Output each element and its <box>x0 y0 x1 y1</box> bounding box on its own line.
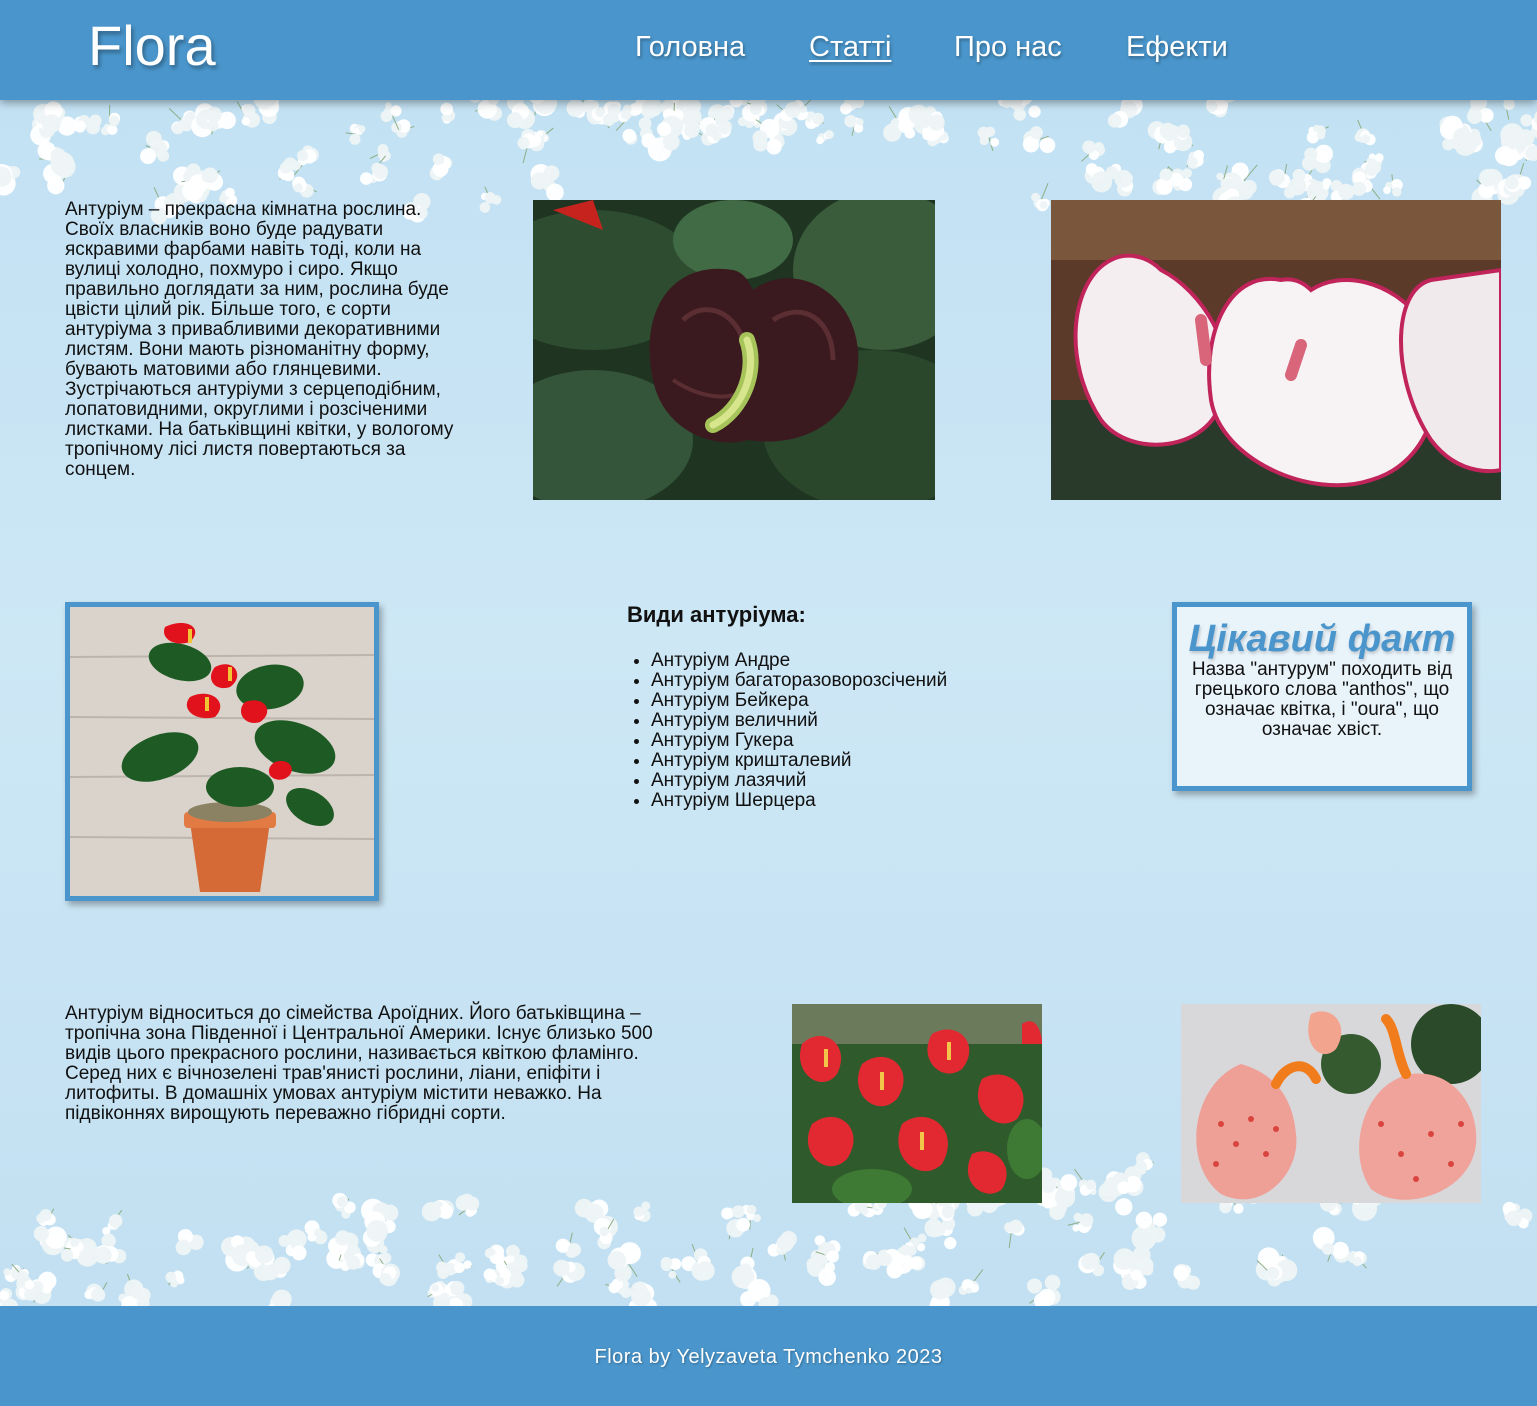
site-logo[interactable]: Flora <box>88 18 216 74</box>
list-item: Антуріум величний <box>651 711 947 731</box>
footer-credit: Flora by Yelyzaveta Tymchenko 2023 <box>594 1346 943 1368</box>
site-header: Flora Головна Статті Про нас Ефекти <box>0 0 1537 100</box>
list-item: Антуріум Бейкера <box>651 691 947 711</box>
types-list: Антуріум Андре Антуріум багаторазоворозс… <box>651 651 947 811</box>
fun-fact-text: Назва "антурум" походить від грецького с… <box>1191 659 1453 740</box>
nav-link-articles[interactable]: Статті <box>809 33 891 62</box>
speckled-anthuriums-image <box>1181 1004 1481 1203</box>
nav-link-about[interactable]: Про нас <box>954 33 1062 62</box>
family-paragraph: Антуріум відноситься до сімейства Ароїдн… <box>65 1003 653 1124</box>
list-item: Антуріум Андре <box>651 651 947 671</box>
fun-fact-box: Цікавий факт Назва "антурум" походить ві… <box>1172 602 1472 791</box>
list-item: Антуріум кришталевий <box>651 751 947 771</box>
black-anthurium-image <box>533 200 935 500</box>
red-anthuriums-image <box>792 1004 1042 1203</box>
potted-anthurium-image <box>65 602 379 901</box>
list-item: Антуріум лазячий <box>651 771 947 791</box>
types-heading: Види антуріума: <box>627 602 806 627</box>
list-item: Антуріум багаторазоворозсічений <box>651 671 947 691</box>
white-anthurium-image <box>1051 200 1501 500</box>
list-item: Антуріум Гукера <box>651 731 947 751</box>
intro-paragraph: Антуріум – прекрасна кімнатна рослина. С… <box>65 199 454 480</box>
list-item: Антуріум Шерцера <box>651 791 947 811</box>
nav-link-home[interactable]: Головна <box>635 33 745 62</box>
fun-fact-title: Цікавий факт <box>1188 618 1456 660</box>
nav-link-effects[interactable]: Ефекти <box>1126 33 1228 62</box>
